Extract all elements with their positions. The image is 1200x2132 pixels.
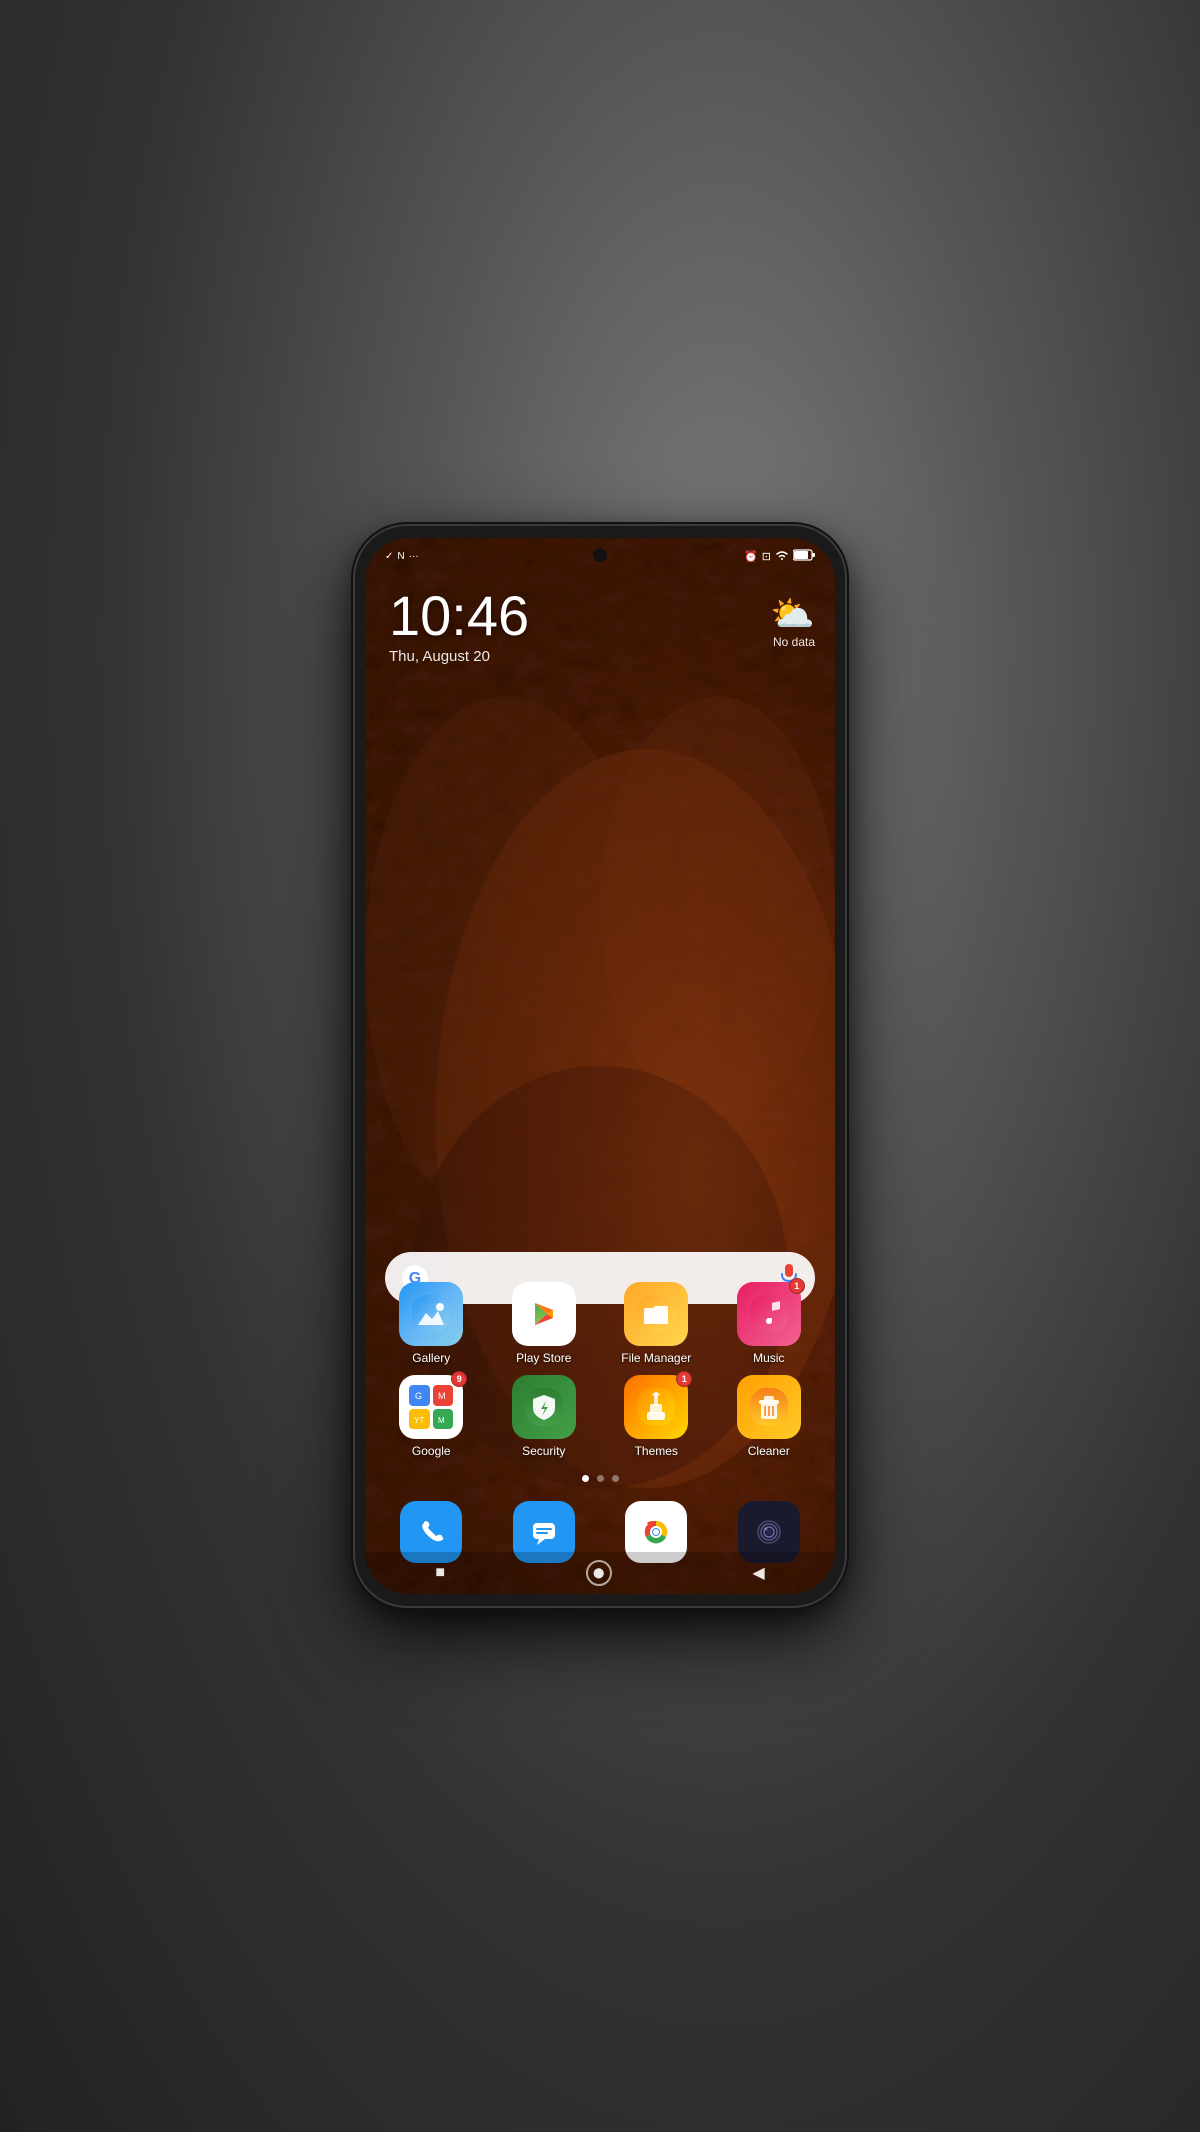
app-google-label: Google [412,1444,451,1458]
app-security[interactable]: Security [500,1375,588,1458]
page-dot-1 [582,1475,589,1482]
svg-text:M: M [438,1416,445,1425]
alarm-icon: ⏰ [744,550,758,563]
nav-recent[interactable]: ■ [435,1564,445,1582]
app-playstore-label: Play Store [516,1351,571,1365]
google-badge: 9 [451,1371,467,1387]
themes-badge: 1 [676,1371,692,1387]
page-dots [365,1475,835,1482]
app-security-label: Security [522,1444,565,1458]
app-row-2: G M YT M [375,1375,825,1458]
notification-icon-more: ··· [409,551,419,562]
app-filemanager-icon-wrap [624,1282,688,1346]
notification-icon-check: ✓ [385,551,393,562]
app-gallery-icon-wrap [399,1282,463,1346]
app-gallery[interactable]: Gallery [387,1282,475,1365]
app-google[interactable]: G M YT M [387,1375,475,1458]
google-grid: G M YT M [409,1385,453,1429]
app-cleaner[interactable]: Cleaner [725,1375,813,1458]
app-filemanager-label: File Manager [621,1351,691,1365]
screen-icon: ⊡ [762,550,771,563]
app-filemanager-icon [624,1282,688,1346]
svg-text:M: M [438,1391,446,1401]
google-cell-blue: G [409,1385,430,1406]
phone-screen: ✓ N ··· ⏰ ⊡ [365,538,835,1594]
app-gallery-icon [399,1282,463,1346]
app-playstore-icon [512,1282,576,1346]
app-cleaner-label: Cleaner [748,1444,790,1458]
phone-shell: ✓ N ··· ⏰ ⊡ [355,526,845,1606]
weather-icon: ⛅ [770,593,815,635]
app-gallery-label: Gallery [412,1351,450,1365]
app-themes[interactable]: 1 Themes [612,1375,700,1458]
google-cell-yellow: YT [409,1409,430,1430]
app-security-icon [512,1375,576,1439]
google-cell-red: M [433,1385,454,1406]
app-filemanager[interactable]: File Manager [612,1282,700,1365]
status-right-icons: ⏰ ⊡ [744,549,815,564]
app-google-icon-wrap: G M YT M [399,1375,463,1439]
app-themes-icon-wrap: 1 [624,1375,688,1439]
weather-text: No data [770,635,815,649]
app-playstore-icon-wrap [512,1282,576,1346]
app-music[interactable]: 1 Music [725,1282,813,1365]
clock-area: 10:46 Thu, August 20 [389,588,529,665]
app-cleaner-icon-wrap [737,1375,801,1439]
navigation-bar: ■ ⬤ ◀ [365,1552,835,1594]
app-cleaner-icon [737,1375,801,1439]
clock-time: 10:46 [389,588,529,644]
music-badge: 1 [789,1278,805,1294]
app-music-icon-wrap: 1 [737,1282,801,1346]
wifi-icon [775,549,789,564]
nav-home[interactable]: ⬤ [586,1560,612,1586]
app-music-label: Music [753,1351,784,1365]
page-dot-2 [597,1475,604,1482]
page-dot-3 [612,1475,619,1482]
google-cell-green: M [433,1409,454,1430]
app-security-icon-wrap [512,1375,576,1439]
svg-text:G: G [415,1391,422,1401]
clock-date: Thu, August 20 [389,648,529,665]
front-camera [593,548,607,562]
svg-text:YT: YT [414,1416,424,1425]
app-themes-label: Themes [635,1444,678,1458]
app-playstore[interactable]: Play Store [500,1282,588,1365]
app-row-1: Gallery [375,1282,825,1365]
status-left-icons: ✓ N ··· [385,551,419,562]
nav-back[interactable]: ◀ [752,1563,764,1583]
notification-icon-sim: N [397,551,404,562]
battery-icon [793,549,815,564]
app-grid: Gallery [365,1282,835,1466]
weather-widget[interactable]: ⛅ No data [770,593,815,649]
